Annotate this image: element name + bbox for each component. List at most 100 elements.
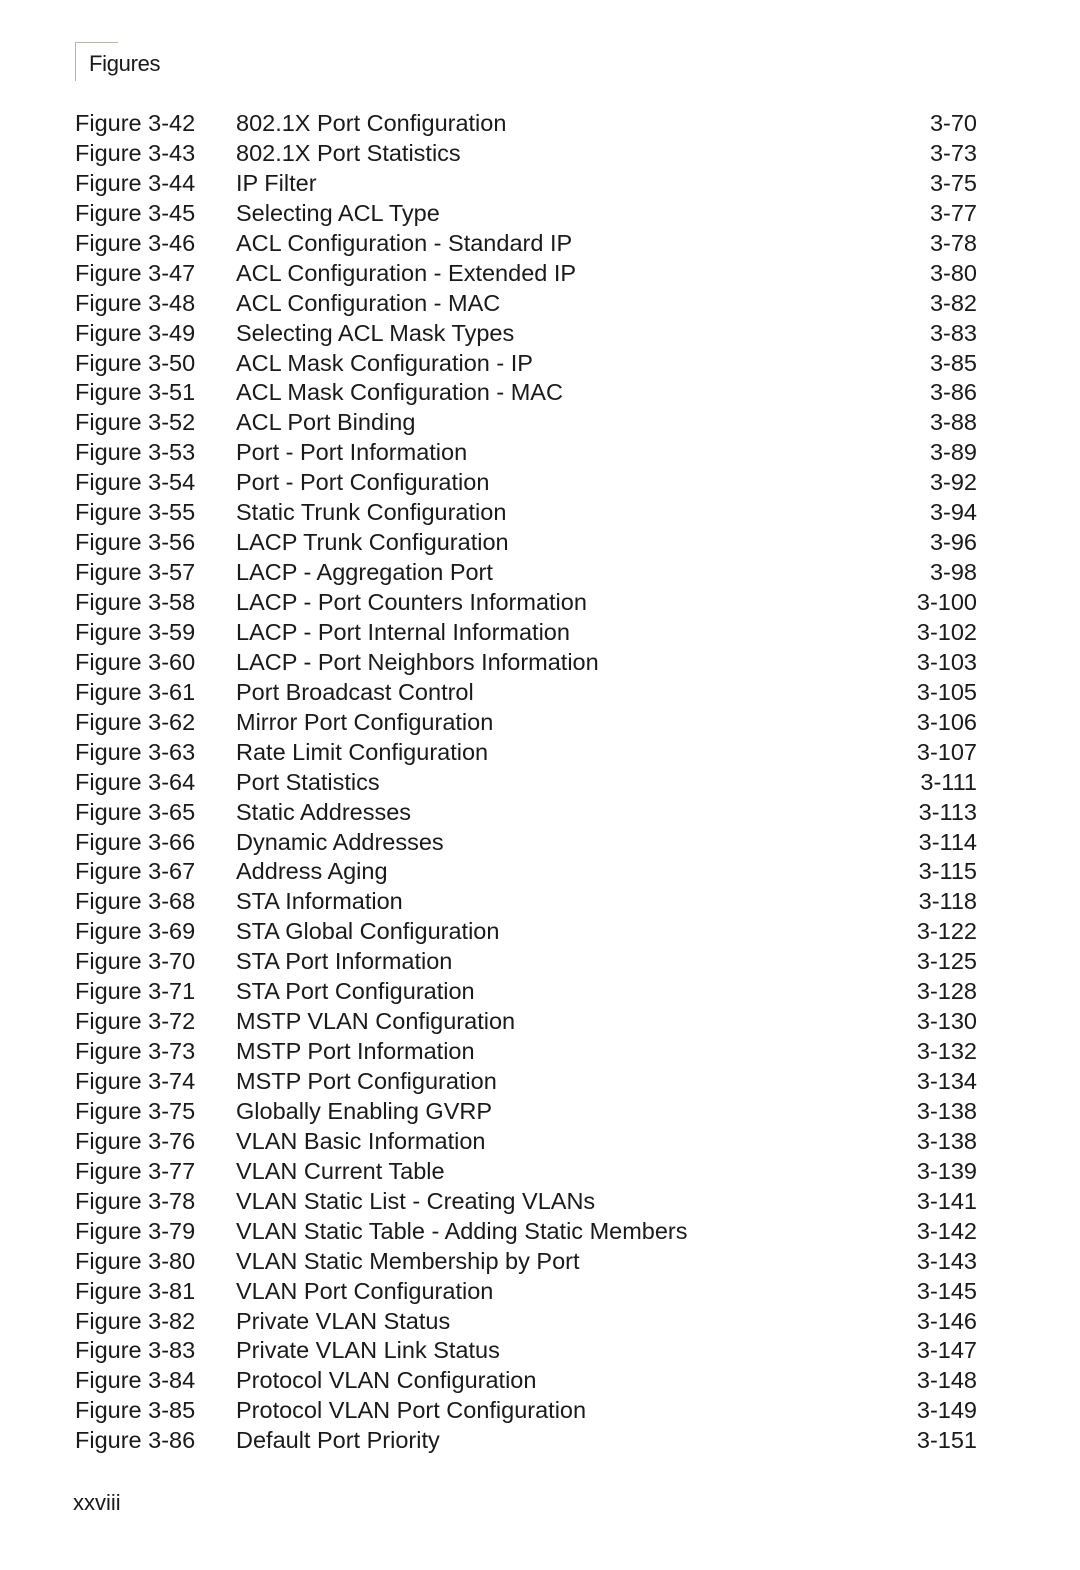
figure-entry[interactable]: Figure 3-84 Protocol VLAN Configuration …: [75, 1365, 980, 1395]
figure-entry[interactable]: Figure 3-83 Private VLAN Link Status 3-1…: [75, 1335, 980, 1365]
figure-entry[interactable]: Figure 3-48 ACL Configuration - MAC 3-82: [75, 288, 980, 318]
figure-entry[interactable]: Figure 3-61 Port Broadcast Control 3-105: [75, 677, 980, 707]
figure-entry[interactable]: Figure 3-57 LACP - Aggregation Port 3-98: [75, 557, 980, 587]
figure-number: Figure 3-56: [75, 529, 196, 556]
figure-page-number: 3-70: [929, 110, 977, 136]
figure-entry[interactable]: Figure 3-80 VLAN Static Membership by Po…: [75, 1246, 980, 1276]
figure-page-number: 3-94: [929, 499, 977, 526]
figure-page-number: 3-138: [916, 1127, 977, 1154]
figure-title: Static Trunk Configuration: [236, 499, 507, 526]
figure-page-number: 3-102: [916, 618, 977, 645]
figure-entry[interactable]: Figure 3-62 Mirror Port Configuration 3-…: [75, 707, 980, 737]
figure-entry[interactable]: Figure 3-45 Selecting ACL Type 3-77: [75, 198, 980, 228]
figure-title: Port Statistics: [236, 768, 380, 795]
figure-entry[interactable]: Figure 3-76 VLAN Basic Information 3-138: [75, 1126, 980, 1156]
figure-entry[interactable]: Figure 3-70 STA Port Information 3-125: [75, 946, 980, 976]
figure-entry[interactable]: Figure 3-52 ACL Port Binding 3-88: [75, 407, 980, 437]
figure-entry[interactable]: Figure 3-67 Address Aging 3-115: [75, 856, 980, 886]
figure-title: 802.1X Port Configuration: [236, 110, 507, 136]
figure-number: Figure 3-61: [75, 678, 196, 705]
figure-title: VLAN Static Table - Adding Static Member…: [236, 1217, 688, 1244]
figure-entry[interactable]: Figure 3-78 VLAN Static List - Creating …: [75, 1186, 980, 1216]
figure-number: Figure 3-69: [75, 918, 196, 945]
figure-page-number: 3-146: [916, 1307, 977, 1334]
figure-entry[interactable]: Figure 3-66 Dynamic Addresses 3-114: [75, 827, 980, 857]
figure-entry[interactable]: Figure 3-53 Port - Port Information 3-89: [75, 437, 980, 467]
figure-title: LACP - Port Counters Information: [236, 589, 587, 615]
figure-entry[interactable]: Figure 3-69 STA Global Configuration 3-1…: [75, 916, 980, 946]
figure-title: MSTP VLAN Configuration: [236, 1008, 516, 1035]
figure-entry[interactable]: Figure 3-50 ACL Mask Configuration - IP …: [75, 348, 980, 378]
figure-number: Figure 3-62: [75, 708, 196, 735]
figure-page-number: 3-88: [929, 409, 977, 436]
figure-title: ACL Mask Configuration - MAC: [236, 379, 563, 406]
list-of-figures: Figure 3-42 802.1X Port Configuration 3-…: [75, 108, 980, 1455]
figure-title: VLAN Basic Information: [236, 1127, 486, 1154]
figure-entry[interactable]: Figure 3-77 VLAN Current Table 3-139: [75, 1156, 980, 1186]
figure-number: Figure 3-80: [75, 1247, 196, 1274]
figure-entry[interactable]: Figure 3-42 802.1X Port Configuration 3-…: [75, 108, 980, 138]
figure-page-number: 3-147: [916, 1337, 977, 1364]
figure-title: STA Port Information: [236, 948, 453, 975]
figure-page-number: 3-132: [916, 1038, 977, 1065]
figure-entry[interactable]: Figure 3-79 VLAN Static Table - Adding S…: [75, 1216, 980, 1246]
figure-entry[interactable]: Figure 3-43 802.1X Port Statistics 3-73: [75, 138, 980, 168]
figure-number: Figure 3-65: [75, 798, 196, 825]
page-number-footer: xxviii: [73, 1490, 121, 1515]
figure-number: Figure 3-47: [75, 259, 196, 286]
figure-number: Figure 3-82: [75, 1307, 196, 1334]
figure-entry[interactable]: Figure 3-58 LACP - Port Counters Informa…: [75, 587, 980, 617]
figure-entry[interactable]: Figure 3-75 Globally Enabling GVRP 3-138: [75, 1096, 980, 1126]
figure-title: MSTP Port Information: [236, 1038, 475, 1065]
figure-entry[interactable]: Figure 3-81 VLAN Port Configuration 3-14…: [75, 1276, 980, 1306]
figure-number: Figure 3-72: [75, 1008, 196, 1035]
figure-entry[interactable]: Figure 3-59 LACP - Port Internal Informa…: [75, 617, 980, 647]
figure-page-number: 3-75: [929, 169, 977, 196]
figure-entry[interactable]: Figure 3-71 STA Port Configuration 3-128: [75, 976, 980, 1006]
figure-entry[interactable]: Figure 3-56 LACP Trunk Configuration 3-9…: [75, 527, 980, 557]
figure-entry[interactable]: Figure 3-74 MSTP Port Configuration 3-13…: [75, 1066, 980, 1096]
figure-number: Figure 3-42: [75, 110, 196, 136]
figure-entry[interactable]: Figure 3-82 Private VLAN Status 3-146: [75, 1306, 980, 1336]
figure-title: Static Addresses: [236, 798, 412, 825]
figure-title: Private VLAN Status: [236, 1307, 451, 1334]
figure-entry[interactable]: Figure 3-73 MSTP Port Information 3-132: [75, 1036, 980, 1066]
figure-number: Figure 3-68: [75, 888, 196, 915]
figure-title: Port - Port Information: [236, 439, 468, 466]
figure-entry[interactable]: Figure 3-65 Static Addresses 3-113: [75, 797, 980, 827]
figure-page-number: 3-118: [918, 888, 977, 915]
figure-title: Port Broadcast Control: [236, 678, 474, 705]
figure-number: Figure 3-60: [75, 648, 196, 675]
figure-page-number: 3-80: [929, 259, 977, 286]
figure-entry[interactable]: Figure 3-54 Port - Port Configuration 3-…: [75, 467, 980, 497]
figure-entry[interactable]: Figure 3-46 ACL Configuration - Standard…: [75, 228, 980, 258]
figure-page-number: 3-142: [916, 1217, 977, 1244]
figure-title: VLAN Static Membership by Port: [236, 1247, 580, 1274]
figure-entry[interactable]: Figure 3-72 MSTP VLAN Configuration 3-13…: [75, 1006, 980, 1036]
figure-title: Default Port Priority: [236, 1427, 440, 1454]
figure-entry[interactable]: Figure 3-68 STA Information 3-118: [75, 886, 980, 916]
figure-title: VLAN Static List - Creating VLANs: [236, 1187, 596, 1214]
figure-entry[interactable]: Figure 3-86 Default Port Priority 3-151: [75, 1425, 980, 1455]
figure-entry[interactable]: Figure 3-63 Rate Limit Configuration 3-1…: [75, 737, 980, 767]
figure-number: Figure 3-83: [75, 1337, 196, 1364]
figure-entry[interactable]: Figure 3-60 LACP - Port Neighbors Inform…: [75, 647, 980, 677]
figure-number: Figure 3-74: [75, 1068, 196, 1094]
figure-page-number: 3-148: [916, 1367, 977, 1394]
figure-number: Figure 3-55: [75, 499, 196, 526]
figure-title: LACP - Port Neighbors Information: [236, 648, 599, 675]
figure-entry[interactable]: Figure 3-44 IP Filter 3-75: [75, 168, 980, 198]
figure-entry[interactable]: Figure 3-51 ACL Mask Configuration - MAC…: [75, 377, 980, 407]
figure-entry[interactable]: Figure 3-85 Protocol VLAN Port Configura…: [75, 1395, 980, 1425]
figure-entry[interactable]: Figure 3-64 Port Statistics 3-111: [75, 767, 980, 797]
figure-page-number: 3-111: [920, 768, 977, 795]
figure-entry[interactable]: Figure 3-55 Static Trunk Configuration 3…: [75, 497, 980, 527]
figure-title: Rate Limit Configuration: [236, 738, 489, 765]
figure-page-number: 3-106: [916, 708, 977, 735]
figure-entry[interactable]: Figure 3-47 ACL Configuration - Extended…: [75, 258, 980, 288]
figure-entry[interactable]: Figure 3-49 Selecting ACL Mask Types 3-8…: [75, 318, 980, 348]
figure-title: ACL Port Binding: [236, 409, 416, 436]
figure-number: Figure 3-84: [75, 1367, 196, 1394]
figure-title: STA Information: [236, 888, 403, 915]
figure-number: Figure 3-51: [75, 379, 196, 406]
